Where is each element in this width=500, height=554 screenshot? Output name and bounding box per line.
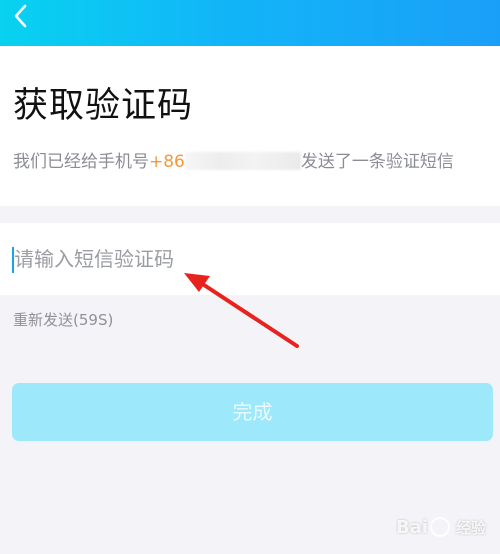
sms-sent-notice: 我们已经给手机号+86 发送了一条验证短信 (13, 152, 454, 172)
back-button[interactable] (6, 2, 36, 32)
done-button[interactable]: 完成 (12, 383, 493, 441)
resend-countdown[interactable]: 重新发送(59S) (13, 310, 113, 330)
chevron-left-icon (14, 4, 27, 28)
verification-code-input[interactable] (12, 239, 484, 279)
watermark-brand: Bai (395, 516, 428, 538)
watermark-suffix: 经验 (455, 518, 486, 537)
page-title: 获取验证码 (13, 86, 194, 126)
masked-phone-number (184, 152, 301, 170)
watermark: Bai 经验 (396, 512, 486, 542)
verification-code-row (0, 223, 500, 295)
notice-suffix: 发送了一条验证短信 (300, 152, 454, 172)
paw-icon (429, 517, 450, 537)
country-code: +86 (149, 152, 185, 172)
text-cursor (12, 247, 14, 273)
header-section: 获取验证码 我们已经给手机号+86 发送了一条验证短信 (0, 46, 500, 206)
top-app-bar (0, 0, 500, 46)
notice-prefix: 我们已经给手机号 (13, 152, 149, 172)
